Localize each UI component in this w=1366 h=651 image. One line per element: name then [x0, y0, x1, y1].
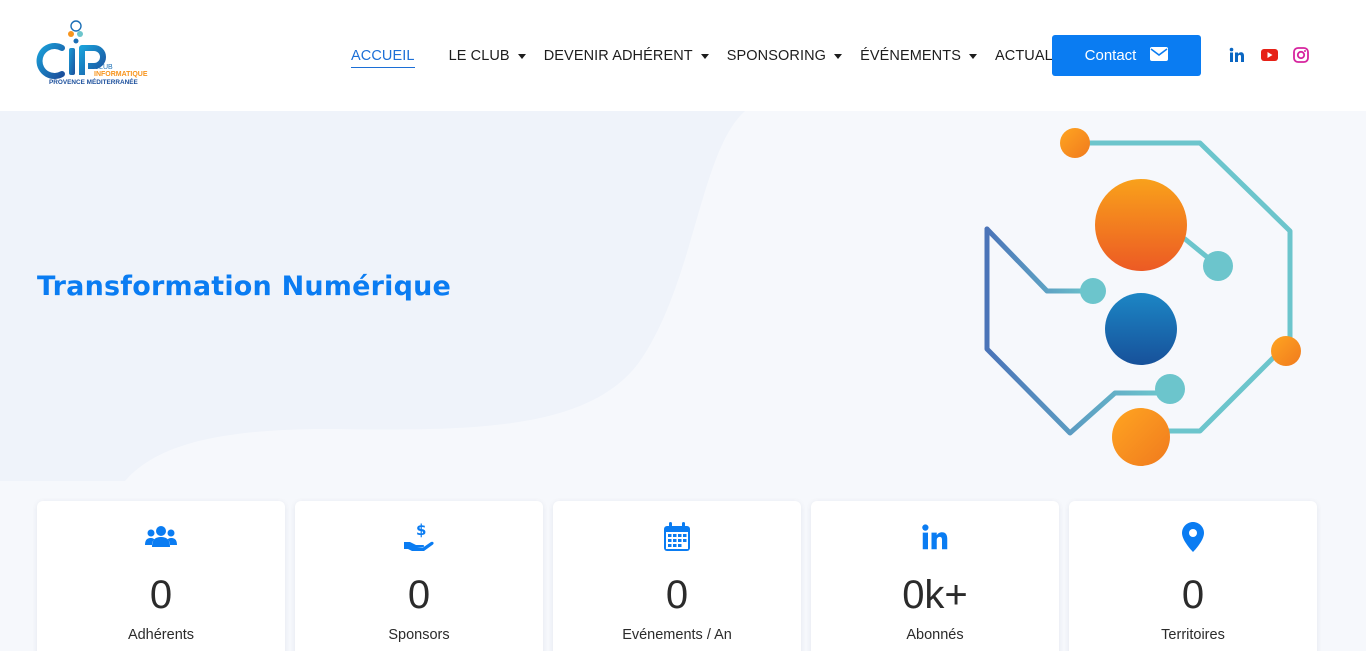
- main-nav: ACCUEIL LE CLUB DEVENIR ADHÉRENT SPONSORING…: [351, 44, 1110, 68]
- stat-label: Abonnés: [906, 627, 964, 643]
- stat-card-adh-rents: 0 Adhérents: [37, 501, 285, 651]
- calendar-icon: [661, 521, 693, 553]
- logo-line1: CLUB: [94, 64, 113, 71]
- nav-item-label: LE CLUB: [448, 48, 510, 64]
- map-marker-icon: [1177, 521, 1209, 553]
- nav-item-le-club[interactable]: LE CLUB: [449, 44, 526, 68]
- stat-label: Sponsors: [388, 627, 450, 643]
- site-logo[interactable]: CLUB INFORMATIQUE PROVENCE MÉDITERRANÉE: [36, 18, 160, 88]
- envelope-icon: [1150, 46, 1169, 65]
- logo-line3: PROVENCE MÉDITERRANÉE: [49, 77, 139, 86]
- users-icon: [145, 521, 177, 553]
- svg-text:$: $: [416, 522, 426, 539]
- caret-down-icon: [834, 53, 843, 59]
- stat-card-sponsors: $0 Sponsors: [295, 501, 543, 651]
- youtube-icon[interactable]: [1260, 46, 1278, 64]
- stat-card-ev-nements-an: 0 Evénements / An: [553, 501, 801, 651]
- nav-item-label: DEVENIR ADHÉRENT: [543, 48, 693, 64]
- stat-label: Territoires: [1161, 627, 1225, 643]
- nav-item-label: ACCUEIL: [351, 47, 415, 64]
- hand-dollar-icon: $: [403, 521, 435, 553]
- stat-label: Adhérents: [127, 627, 195, 643]
- stat-card-territoires: 0 Territoires: [1069, 501, 1317, 651]
- stat-value: 0: [149, 573, 173, 617]
- hero-title: Transformation Numérique: [37, 271, 452, 302]
- nav-item-label: SPONSORING: [726, 48, 827, 64]
- instagram-icon[interactable]: [1292, 46, 1310, 64]
- nav-item-devenir-adh-rent[interactable]: DEVENIR ADHÉRENT: [544, 44, 709, 68]
- linkedin-icon: [919, 521, 951, 553]
- site-header: CLUB INFORMATIQUE PROVENCE MÉDITERRANÉE …: [0, 0, 1366, 111]
- stat-value: 0: [665, 573, 689, 617]
- stat-value: 0: [1181, 573, 1205, 617]
- hero-section: Transformation Numérique: [0, 111, 1366, 481]
- logo-line2: INFORMATIQUE: [94, 71, 148, 78]
- linkedin-icon[interactable]: [1228, 46, 1246, 64]
- stats-section: 0 Adhérents $0 Sponsors 0 Evénements / An 0k+ A…: [0, 481, 1366, 651]
- caret-down-icon: [700, 53, 709, 59]
- stat-value: 0k+: [902, 573, 968, 617]
- nav-item-sponsoring[interactable]: SPONSORING: [726, 44, 843, 68]
- cip-logo-icon: CLUB INFORMATIQUE PROVENCE MÉDITERRANÉE: [36, 20, 148, 86]
- nav-item-accueil[interactable]: ACCUEIL: [351, 44, 415, 68]
- nav-item-label: ÉVÉNEMENTS: [860, 48, 961, 64]
- stat-card-abonn-s: 0k+ Abonnés: [811, 501, 1059, 651]
- caret-down-icon: [968, 53, 977, 59]
- contact-button[interactable]: Contact: [1052, 35, 1201, 76]
- caret-down-icon: [517, 53, 526, 59]
- stat-label: Evénements / An: [622, 627, 732, 643]
- network-illustration-icon: [984, 128, 1301, 466]
- nav-item--v-nements[interactable]: ÉVÉNEMENTS: [860, 44, 977, 68]
- contact-button-label: Contact: [1084, 47, 1137, 64]
- stat-value: 0: [407, 573, 431, 617]
